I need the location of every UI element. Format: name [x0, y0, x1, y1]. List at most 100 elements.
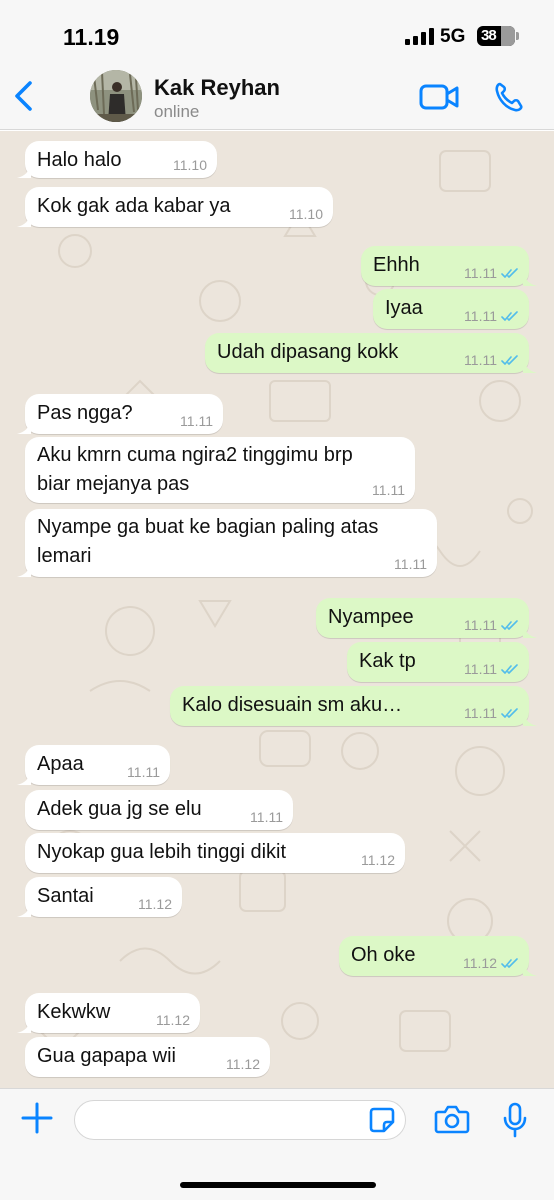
message-text: Adek gua jg se elu: [37, 798, 202, 820]
message-meta: 11.11: [394, 556, 427, 572]
message-meta: 11.10: [173, 157, 207, 173]
message-time: 11.12: [156, 1012, 190, 1028]
message-text: Udah dipasang kokk: [217, 341, 399, 363]
read-ticks-icon: [501, 619, 518, 630]
message-time: 11.12: [463, 955, 497, 971]
message-meta: 11.12: [156, 1012, 190, 1028]
incoming-message[interactable]: Kekwkw 11.12: [17, 993, 200, 1033]
message-input[interactable]: [74, 1100, 406, 1140]
phone-call-icon[interactable]: [494, 81, 524, 113]
cellular-signal-icon: [405, 28, 434, 45]
outgoing-message[interactable]: Kalo disesuain sm aku… 11.11: [170, 686, 537, 726]
message-text: Aku kmrn cuma ngira2 tinggimu brp biar m…: [37, 444, 353, 495]
message-text: Kok gak ada kabar ya: [37, 195, 231, 217]
bubble-tail: [17, 164, 31, 178]
message-text: Nyampe ga buat ke bagian paling atas lem…: [37, 516, 379, 567]
incoming-message[interactable]: Apaa 11.11: [17, 745, 170, 785]
message-meta: 11.12: [138, 896, 172, 912]
message-meta: 11.12: [226, 1056, 260, 1072]
message-meta: 11.11: [464, 617, 519, 633]
bubble-tail: [17, 563, 31, 577]
incoming-message[interactable]: Nyampe ga buat ke bagian paling atas lem…: [17, 509, 437, 577]
message-text: Oh oke: [351, 944, 416, 966]
battery-tip: [516, 32, 519, 40]
microphone-icon[interactable]: [502, 1102, 528, 1138]
outgoing-message[interactable]: Udah dipasang kokk 11.11: [205, 333, 537, 373]
plus-icon[interactable]: [20, 1101, 54, 1135]
message-time: 11.11: [464, 352, 497, 368]
incoming-message[interactable]: Santai 11.12: [17, 877, 182, 917]
message-text: Pas ngga?: [37, 402, 133, 424]
outgoing-message[interactable]: Iyaa 11.11: [373, 289, 529, 329]
message-text: Santai: [37, 885, 94, 907]
incoming-message[interactable]: Adek gua jg se elu 11.11: [25, 790, 293, 830]
outgoing-message[interactable]: Oh oke 11.12: [339, 936, 537, 976]
bubble-tail: [17, 771, 31, 785]
read-ticks-icon: [501, 707, 518, 718]
message-time: 11.12: [138, 896, 172, 912]
bubble-tail: [523, 962, 537, 976]
bubble-tail: [17, 213, 31, 227]
message-meta: 11.11: [464, 661, 519, 677]
bubble-tail: [523, 712, 537, 726]
message-text: Kekwkw: [37, 1001, 111, 1023]
message-time: 11.11: [250, 809, 283, 825]
message-time: 11.11: [464, 308, 497, 324]
message-time: 11.10: [173, 157, 207, 173]
message-text: Kalo disesuain sm aku…: [182, 694, 403, 716]
outgoing-message[interactable]: Kak tp 11.11: [347, 642, 529, 682]
message-text: Nyokap gua lebih tinggi dikit: [37, 841, 287, 863]
message-meta: 11.12: [463, 955, 519, 971]
camera-icon[interactable]: [434, 1103, 470, 1135]
video-call-icon[interactable]: [419, 84, 459, 110]
chat-header: Kak Reyhan online: [0, 62, 554, 130]
message-meta: 11.11: [464, 308, 519, 324]
status-bar: 11.19 5G 38: [0, 0, 554, 62]
read-ticks-icon: [501, 354, 518, 365]
read-ticks-icon: [501, 957, 518, 968]
message-time: 11.11: [464, 265, 497, 281]
message-text: Apaa: [37, 753, 84, 775]
bubble-tail: [523, 359, 537, 373]
message-meta: 11.10: [289, 206, 323, 222]
message-time: 11.12: [226, 1056, 260, 1072]
chat-area[interactable]: Halo halo 11.10 Kok gak ada kabar ya 11.10 E…: [0, 131, 554, 1088]
incoming-message[interactable]: Halo halo 11.10: [17, 141, 217, 178]
outgoing-message[interactable]: Nyampee 11.11: [316, 598, 537, 638]
read-ticks-icon: [501, 663, 518, 674]
message-meta: 11.11: [372, 482, 405, 498]
incoming-message[interactable]: Kok gak ada kabar ya 11.10: [17, 187, 333, 227]
message-text: Gua gapapa wii: [37, 1045, 176, 1067]
incoming-message[interactable]: Pas ngga? 11.11: [17, 394, 223, 434]
message-text: Kak tp: [359, 650, 416, 672]
compose-bar: [0, 1088, 554, 1200]
message-time: 11.11: [127, 764, 160, 780]
read-ticks-icon: [501, 310, 518, 321]
message-time: 11.11: [180, 413, 213, 429]
status-time: 11.19: [63, 24, 120, 50]
read-ticks-icon: [501, 267, 518, 278]
message-time: 11.11: [464, 705, 497, 721]
message-meta: 11.11: [464, 265, 519, 281]
sticker-icon[interactable]: [368, 1106, 396, 1134]
avatar[interactable]: [90, 70, 142, 122]
message-text: Halo halo: [37, 149, 122, 171]
battery-level: 38: [481, 27, 497, 44]
network-type: 5G: [440, 26, 466, 47]
bubble-tail: [523, 272, 537, 286]
incoming-message[interactable]: Gua gapapa wii 11.12: [25, 1037, 270, 1077]
message-text: Iyaa: [385, 297, 423, 319]
message-meta: 11.11: [250, 809, 283, 825]
outgoing-message[interactable]: Ehhh 11.11: [361, 246, 537, 286]
bubble-tail: [523, 624, 537, 638]
message-time: 11.11: [464, 661, 497, 677]
message-meta: 11.11: [180, 413, 213, 429]
contact-name[interactable]: Kak Reyhan: [154, 75, 280, 101]
message-time: 11.10: [289, 206, 323, 222]
message-meta: 11.11: [127, 764, 160, 780]
chevron-left-icon[interactable]: [10, 80, 38, 112]
message-time: 11.11: [464, 617, 497, 633]
incoming-message[interactable]: Aku kmrn cuma ngira2 tinggimu brp biar m…: [25, 437, 415, 503]
message-meta: 11.11: [464, 705, 519, 721]
incoming-message[interactable]: Nyokap gua lebih tinggi dikit 11.12: [25, 833, 405, 873]
